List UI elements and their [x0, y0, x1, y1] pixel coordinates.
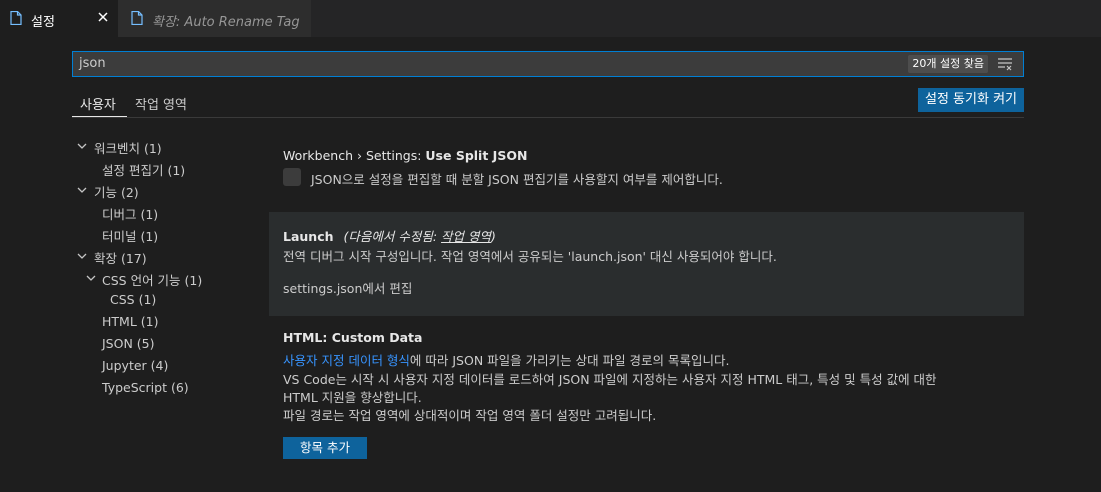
tab-settings[interactable]: 설정	[0, 0, 118, 37]
search-query[interactable]: json	[79, 56, 106, 71]
toc-item-terminal[interactable]: 터미널 (1)	[102, 226, 158, 245]
chevron-down-icon[interactable]	[77, 251, 87, 261]
tab-label: 확장: Auto Rename Tag	[152, 15, 300, 30]
setting-name: Use Split JSON	[425, 148, 528, 163]
settings-search-input[interactable]: json 20개 설정 찾음	[72, 51, 1024, 77]
close-icon[interactable]	[96, 10, 110, 24]
toc-item-json[interactable]: JSON (5)	[102, 336, 155, 351]
toc-item-typescript[interactable]: TypeScript (6)	[102, 380, 189, 395]
custom-data-format-link[interactable]: 사용자 지정 데이터 형식	[283, 353, 410, 368]
setting-description: JSON으로 설정을 편집할 때 분할 JSON 편집기를 사용할지 여부를 제…	[311, 172, 723, 187]
turn-on-settings-sync-button[interactable]: 설정 동기화 켜기	[918, 88, 1024, 112]
setting-description: 사용자 지정 데이터 형식에 따라 JSON 파일을 가리키는 상대 파일 경로…	[283, 350, 730, 369]
toc-item-features[interactable]: 기능 (2)	[94, 182, 139, 201]
description-line-4: 파일 경로는 작업 영역에 상대적이며 작업 영역 폴더 설정만 고려됩니다.	[283, 408, 657, 423]
header-divider	[72, 117, 1024, 118]
tab-label: 설정	[31, 15, 55, 30]
setting-name: Custom Data	[331, 330, 423, 345]
description-line-2: VS Code는 시작 시 사용자 지정 데이터를 로드하여 JSON 파일에 …	[283, 372, 937, 387]
modified-suffix: )	[491, 229, 496, 244]
tab-extension-auto-rename-tag[interactable]: 확장: Auto Rename Tag	[118, 0, 311, 37]
chevron-down-icon[interactable]	[86, 273, 96, 283]
setting-title-use-split-json: Workbench › Settings: Use Split JSON	[283, 148, 527, 163]
toc-item-settings-editor[interactable]: 설정 편집기 (1)	[102, 160, 185, 179]
toc-item-extensions[interactable]: 확장 (17)	[94, 248, 147, 267]
description-line-3: HTML 지원을 향상합니다.	[283, 390, 422, 405]
toc-item-css[interactable]: CSS (1)	[110, 292, 156, 307]
description-line-1: 에 따라 JSON 파일을 가리키는 상대 파일 경로의 목록입니다.	[409, 353, 730, 368]
setting-name: Launch	[283, 229, 334, 244]
result-count-badge: 20개 설정 찾음	[908, 55, 988, 73]
chevron-down-icon[interactable]	[77, 185, 87, 195]
toc-item-workbench[interactable]: 워크벤치 (1)	[94, 138, 162, 157]
chevron-down-icon[interactable]	[77, 141, 87, 151]
modified-prefix: (다음에서 수정됨:	[343, 229, 442, 244]
file-icon	[131, 11, 143, 25]
modified-in-indicator: (다음에서 수정됨: 작업 영역)	[344, 229, 496, 244]
setting-description: 전역 디버그 시작 구성입니다. 작업 영역에서 공유되는 'launch.js…	[283, 249, 777, 264]
add-item-button[interactable]: 항목 추가	[283, 437, 367, 459]
toc-item-debug[interactable]: 디버그 (1)	[102, 204, 158, 223]
editor-tab-bar: 설정 확장: Auto Rename Tag	[0, 0, 1101, 37]
tab-user-scope[interactable]: 사용자	[80, 94, 116, 113]
toc-item-html[interactable]: HTML (1)	[102, 314, 158, 329]
setting-title-launch: Launch (다음에서 수정됨: 작업 영역)	[283, 226, 496, 245]
edit-in-settings-json-link[interactable]: settings.json에서 편집	[283, 278, 412, 297]
setting-title-html-custom-data: HTML: Custom Data	[283, 330, 422, 345]
toc-item-jupyter[interactable]: Jupyter (4)	[102, 358, 168, 373]
file-icon	[10, 11, 22, 25]
setting-category: HTML:	[283, 330, 332, 345]
tab-workspace-scope[interactable]: 작업 영역	[135, 94, 187, 113]
clear-filter-icon[interactable]	[997, 57, 1013, 71]
modified-scope-link[interactable]: 작업 영역	[441, 229, 491, 244]
setting-category: Workbench › Settings:	[283, 148, 426, 163]
toc-item-css-language-features[interactable]: CSS 언어 기능 (1)	[102, 270, 202, 289]
use-split-json-checkbox[interactable]	[283, 168, 301, 186]
